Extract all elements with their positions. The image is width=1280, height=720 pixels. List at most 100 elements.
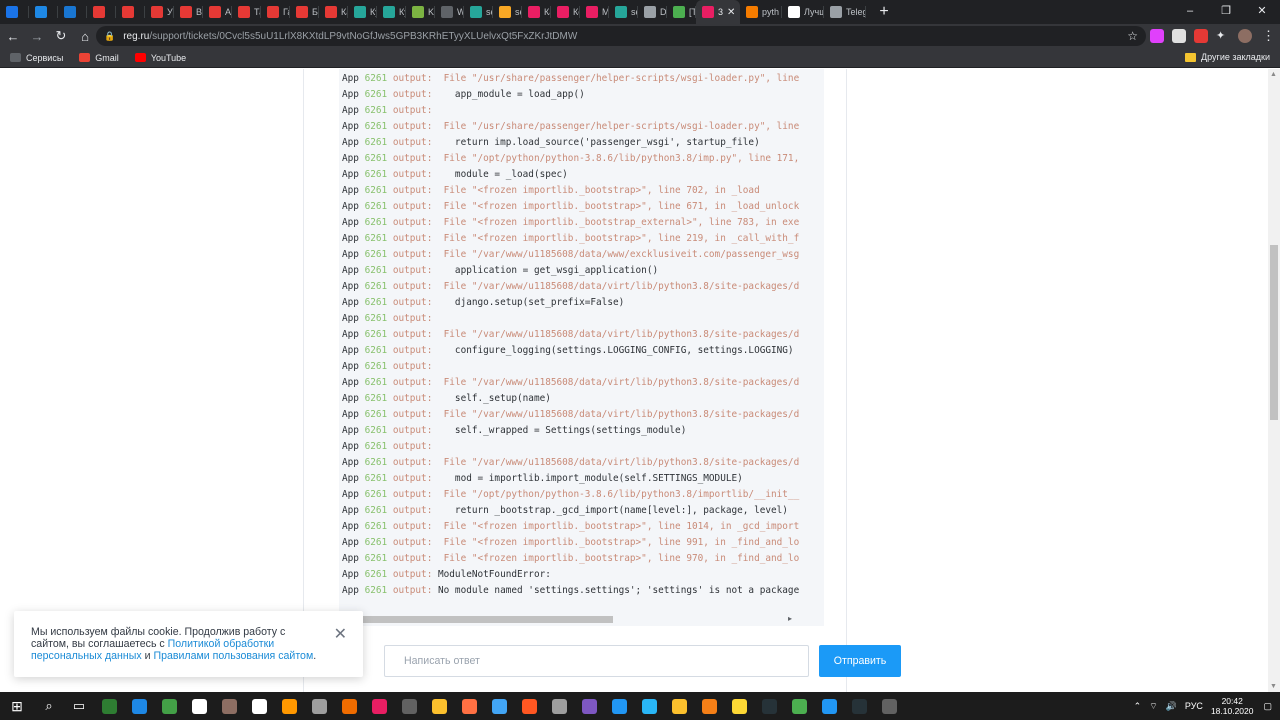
taskbar-app-icon[interactable] [424, 692, 454, 720]
home-button[interactable]: ⌂ [74, 26, 96, 46]
minimize-button[interactable]: – [1172, 0, 1208, 24]
notifications-icon[interactable]: ▢ [1263, 701, 1272, 712]
tab[interactable]: Табл [232, 0, 261, 24]
tab[interactable]: Алхи [203, 0, 232, 24]
tab[interactable] [29, 0, 58, 24]
extension-icon[interactable] [1172, 29, 1186, 43]
taskbar-app-icon[interactable] [124, 692, 154, 720]
scrollbar-thumb[interactable] [353, 616, 613, 623]
scroll-right-icon[interactable]: ▸ [788, 614, 792, 623]
tab[interactable]: We'r [435, 0, 464, 24]
tab[interactable]: Гайд [261, 0, 290, 24]
forward-button[interactable]: → [26, 26, 48, 46]
reply-input[interactable]: Написать ответ [384, 645, 809, 677]
tab[interactable] [0, 0, 29, 24]
tab[interactable]: serv [464, 0, 493, 24]
language-indicator[interactable]: РУС [1185, 701, 1203, 711]
taskbar-app-icon[interactable] [604, 692, 634, 720]
taskbar-app-icon[interactable] [304, 692, 334, 720]
network-icon[interactable]: ⌔ [1149, 701, 1157, 712]
back-button[interactable]: ← [2, 26, 24, 46]
taskbar-app-icon[interactable] [394, 692, 424, 720]
taskbar-app-icon[interactable] [664, 692, 694, 720]
scrollbar-thumb[interactable] [1270, 245, 1278, 420]
taskbar-app-icon[interactable] [784, 692, 814, 720]
tab[interactable]: Teleg [824, 0, 866, 24]
tab[interactable]: Ввод [174, 0, 203, 24]
clock[interactable]: 20:42 18.10.2020 [1211, 696, 1254, 716]
taskbar-app-icon[interactable] [544, 692, 574, 720]
tab[interactable]: Мои [580, 0, 609, 24]
tab[interactable]: Урок [145, 0, 174, 24]
menu-icon[interactable]: ⋮ [1262, 28, 1275, 44]
taskbar-app-icon[interactable] [514, 692, 544, 720]
new-tab-button[interactable]: + [872, 0, 896, 24]
tab[interactable] [116, 0, 145, 24]
tab[interactable]: KIWI [406, 0, 435, 24]
maximize-button[interactable]: ❐ [1208, 0, 1244, 24]
tab[interactable]: [Tick [667, 0, 696, 24]
extension-icon[interactable] [1150, 29, 1164, 43]
taskbar-app-icon[interactable] [814, 692, 844, 720]
taskbar-app-icon[interactable] [844, 692, 874, 720]
close-window-button[interactable]: ✕ [1244, 0, 1280, 24]
send-button[interactable]: Отправить [819, 645, 901, 677]
tab[interactable] [58, 0, 87, 24]
tab[interactable]: Курс [377, 0, 406, 24]
bookmark-item[interactable]: Gmail [79, 53, 119, 63]
windows-start-icon[interactable]: ⊞ [0, 698, 34, 715]
taskbar-app-icon[interactable] [214, 692, 244, 720]
taskbar-app-icon[interactable] [274, 692, 304, 720]
taskbar-app-icon[interactable] [244, 692, 274, 720]
bookmark-item[interactable]: YouTube [134, 53, 186, 63]
tab-active[interactable]: 3 ✕ [696, 0, 740, 24]
vertical-scrollbar[interactable]: ▲ ▼ [1268, 69, 1280, 692]
taskbar-app-icon[interactable] [634, 692, 664, 720]
taskbar-app-icon[interactable] [574, 692, 604, 720]
tab[interactable]: Djan [638, 0, 667, 24]
log-line: App 6261 output: File "<frozen importlib… [342, 519, 799, 535]
reload-button[interactable]: ↻ [50, 26, 72, 46]
taskbar-app-icon[interactable] [94, 692, 124, 720]
taskbar-app-icon[interactable] [334, 692, 364, 720]
tab[interactable]: serv [493, 0, 522, 24]
task-view-icon[interactable]: ▭ [64, 692, 94, 720]
taskbar-app-icon[interactable] [154, 692, 184, 720]
address-bar[interactable]: 🔒 reg.ru/support/tickets/0Cvcl5s5uU1LrlX… [96, 26, 1146, 46]
tab[interactable] [87, 0, 116, 24]
app-icon [191, 698, 207, 714]
taskbar-app-icon[interactable] [364, 692, 394, 720]
adblock-icon[interactable] [1194, 29, 1208, 43]
taskbar-app-icon[interactable] [724, 692, 754, 720]
search-icon[interactable]: ⌕ [34, 692, 64, 720]
taskbar-app-icon[interactable] [874, 692, 904, 720]
scroll-up-icon[interactable]: ▲ [1270, 71, 1277, 78]
taskbar-app-icon[interactable] [694, 692, 724, 720]
scroll-down-icon[interactable]: ▼ [1270, 683, 1277, 690]
app-icon [281, 698, 297, 714]
bookmark-item[interactable]: Сервисы [10, 53, 63, 63]
puzzle-icon[interactable]: ✦ [1216, 29, 1230, 43]
taskbar-app-icon[interactable] [184, 692, 214, 720]
bookmark-star-icon[interactable]: ☆ [1127, 29, 1138, 43]
taskbar-app-icon[interactable] [454, 692, 484, 720]
tray-chevron-icon[interactable]: ⌃ [1134, 701, 1142, 712]
tab[interactable]: pyth [740, 0, 782, 24]
volume-icon[interactable]: 🔊 [1166, 701, 1177, 712]
tab[interactable]: Корп [551, 0, 580, 24]
terms-link[interactable]: Правилами пользования сайтом [153, 650, 313, 662]
taskbar-app-icon[interactable] [484, 692, 514, 720]
horizontal-scrollbar[interactable]: ◂ ▸ [339, 613, 824, 626]
tab[interactable]: Как , [319, 0, 348, 24]
close-tab-icon[interactable]: ✕ [727, 7, 735, 18]
tab[interactable]: Курс [348, 0, 377, 24]
tab[interactable]: Лучш [782, 0, 824, 24]
tab[interactable]: Как , [522, 0, 551, 24]
tab[interactable]: serv [609, 0, 638, 24]
other-bookmarks[interactable]: Другие закладки [1185, 52, 1270, 62]
tab[interactable]: Безо [290, 0, 319, 24]
close-icon[interactable]: ✕ [334, 627, 347, 643]
avatar[interactable] [1238, 29, 1252, 43]
tab-list: УрокВводАлхиТаблГайдБезоКак ,КурсКурсKIW… [0, 0, 696, 24]
taskbar-app-icon[interactable] [754, 692, 784, 720]
